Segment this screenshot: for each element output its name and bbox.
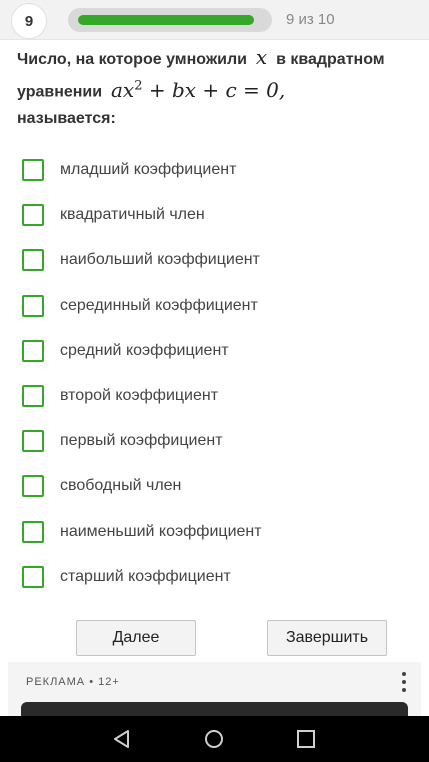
answer-label: квадратичный член (60, 206, 205, 224)
question-text: Число, на которое умножили x в квадратно… (17, 44, 417, 132)
more-options-icon[interactable] (401, 672, 407, 692)
quiz-header: 9 9 из 10 (0, 0, 429, 40)
answer-option[interactable]: наименьший коэффициент (22, 520, 402, 544)
answer-option[interactable]: старший коэффициент (22, 565, 402, 589)
answer-option[interactable]: младший коэффициент (22, 158, 402, 182)
ad-label: РЕКЛАМА • 12+ (26, 676, 120, 688)
answer-option[interactable]: квадратичный член (22, 203, 402, 227)
answer-label: наибольший коэффициент (60, 251, 260, 269)
answer-checkbox[interactable] (22, 565, 44, 588)
recents-icon[interactable] (294, 728, 318, 750)
question-number-badge: 9 (12, 4, 46, 38)
answer-label: младший коэффициент (60, 161, 237, 178)
answer-checkbox[interactable] (22, 475, 44, 498)
answer-checkbox[interactable] (22, 385, 44, 407)
system-navigation-bar (0, 716, 429, 762)
answer-label: средний коэффициент (60, 341, 229, 359)
progress-bar (68, 8, 272, 32)
answer-checkbox[interactable] (22, 204, 44, 227)
next-button[interactable]: Далее (76, 620, 196, 656)
answer-checkbox[interactable] (22, 430, 44, 453)
answer-checkbox[interactable] (22, 249, 44, 272)
answer-label: свободный член (60, 477, 182, 495)
answer-option[interactable]: первый коэффициент (22, 429, 402, 453)
answer-label: серединный коэффициент (60, 296, 258, 314)
home-icon[interactable] (202, 728, 226, 750)
equation-rest: + bx + c = 0 (148, 77, 279, 102)
answer-label: старший коэффициент (60, 567, 231, 585)
equation-ax: ax (110, 77, 135, 102)
answer-label: второй коэффициент (60, 387, 219, 404)
answer-option[interactable]: средний коэффициент (22, 339, 402, 363)
ad-block: РЕКЛАМА • 12+ (8, 662, 421, 732)
answer-option[interactable]: свободный член (22, 474, 402, 498)
answer-checkbox[interactable] (22, 520, 44, 543)
answer-option[interactable]: серединный коэффициент (22, 294, 402, 318)
equation-comma: , (278, 77, 286, 102)
question-number: 9 (24, 12, 34, 30)
finish-button[interactable]: Завершить (267, 620, 387, 656)
question-text-part3: называется: (17, 109, 116, 127)
progress-counter: 9 из 10 (286, 11, 335, 28)
answer-label: наименьший коэффициент (60, 522, 262, 540)
answer-checkbox[interactable] (22, 339, 44, 362)
math-variable: x (255, 45, 268, 69)
answer-label: первый коэффициент (60, 432, 223, 450)
quadratic-equation: ax2 + bx + c = 0, (111, 78, 285, 102)
answer-checkbox[interactable] (22, 294, 44, 317)
progress-bar-fill (78, 15, 254, 25)
answer-option[interactable]: второй коэффициент (22, 384, 402, 408)
equation-exponent: 2 (134, 78, 143, 93)
question-text-part1: Число, на которое умножили (17, 51, 247, 68)
answer-checkbox[interactable] (22, 159, 44, 181)
back-icon[interactable] (110, 728, 134, 750)
answer-option[interactable]: наибольший коэффициент (22, 248, 402, 272)
